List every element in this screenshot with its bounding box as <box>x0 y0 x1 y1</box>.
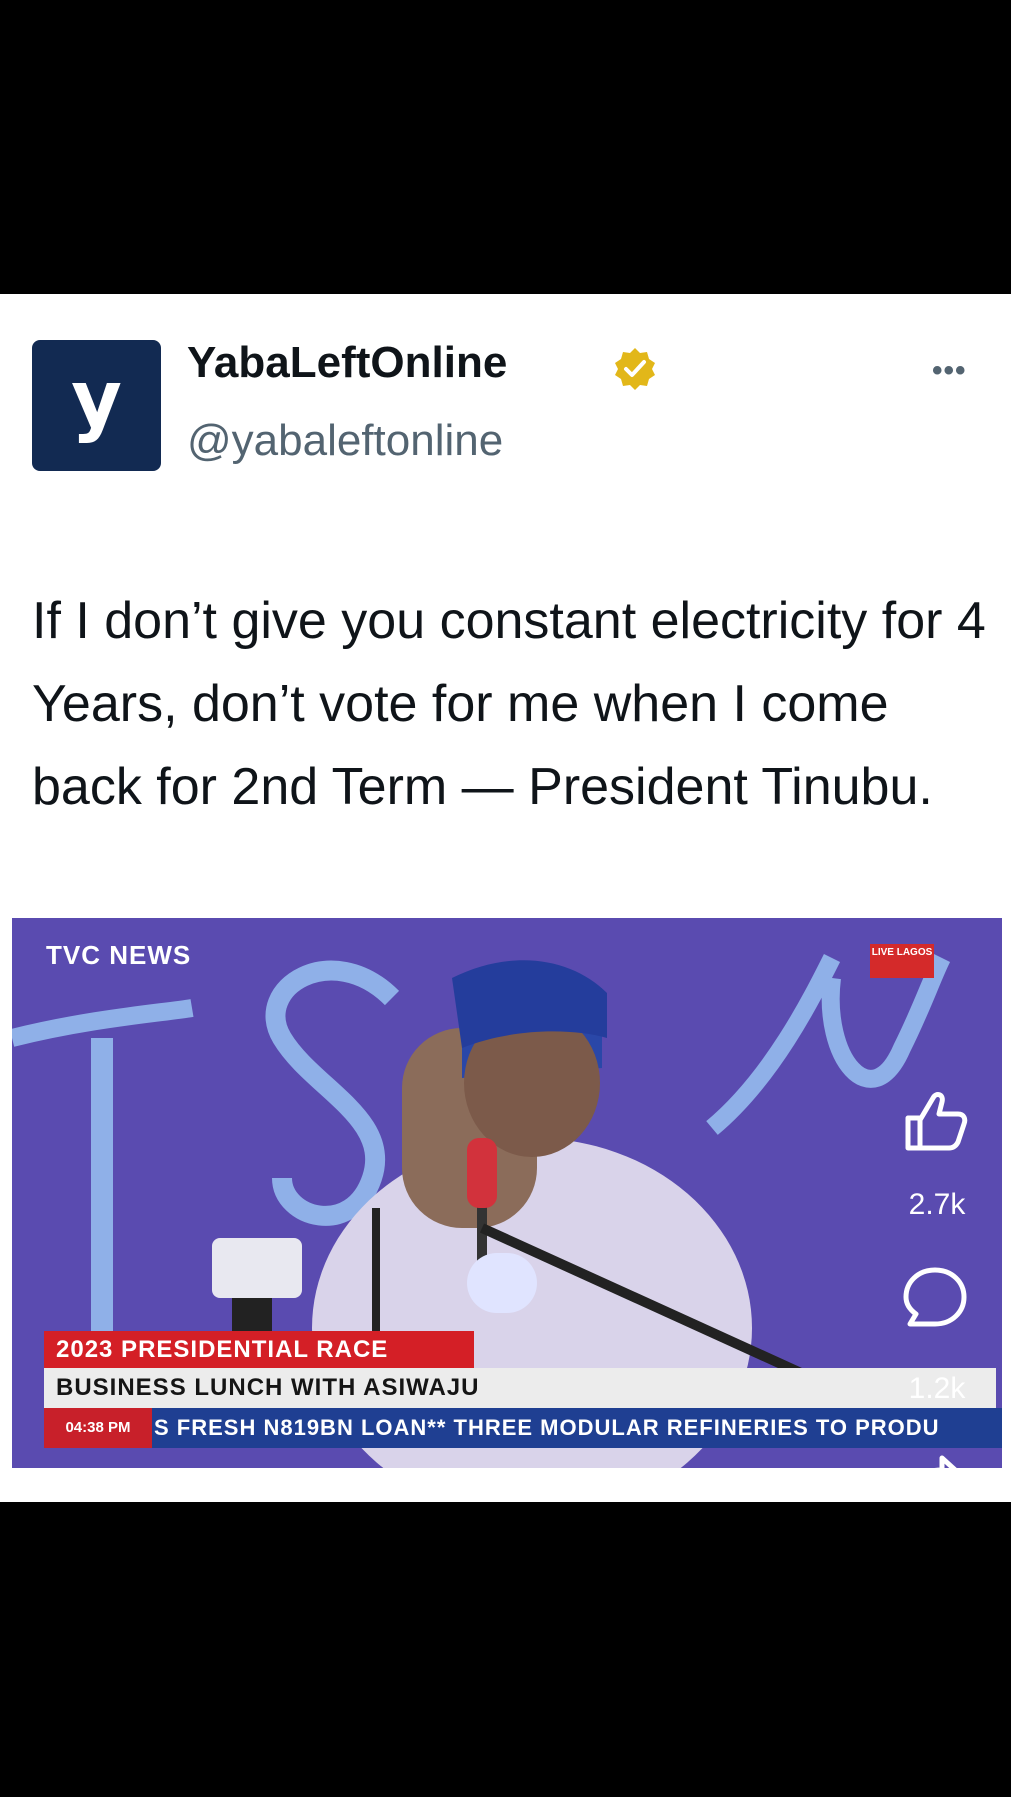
ticker-text: S FRESH N819BN LOAN** THREE MODULAR REFI… <box>154 1415 940 1440</box>
channel-logo: TVC NEWS <box>46 940 192 970</box>
verified-badge-icon <box>615 348 655 390</box>
like-count: 2.7k <box>908 1188 966 1221</box>
headline-banner: 2023 PRESIDENTIAL RACE <box>44 1331 474 1368</box>
live-badge: LIVE LAGOS <box>870 944 934 978</box>
subheadline-banner: BUSINESS LUNCH WITH ASIWAJU <box>44 1368 996 1408</box>
share-icon[interactable] <box>900 1450 970 1502</box>
display-name[interactable]: YabaLeftOnline <box>187 338 507 388</box>
thumbs-up-icon[interactable] <box>900 1086 970 1156</box>
comment-count: 1.2k <box>908 1372 966 1405</box>
avatar[interactable]: y <box>32 340 161 471</box>
news-ticker: 04:38 PM S FRESH N819BN LOAN** THREE MOD… <box>44 1408 1002 1448</box>
tweet-text: If I don’t give you constant electricity… <box>32 592 986 816</box>
ticker-time: 04:38 PM <box>44 1408 152 1448</box>
more-options-icon[interactable]: ••• <box>932 354 967 388</box>
comment-icon[interactable] <box>900 1262 970 1332</box>
handle[interactable]: @yabaleftonline <box>187 416 503 466</box>
avatar-letter: y <box>71 354 122 445</box>
